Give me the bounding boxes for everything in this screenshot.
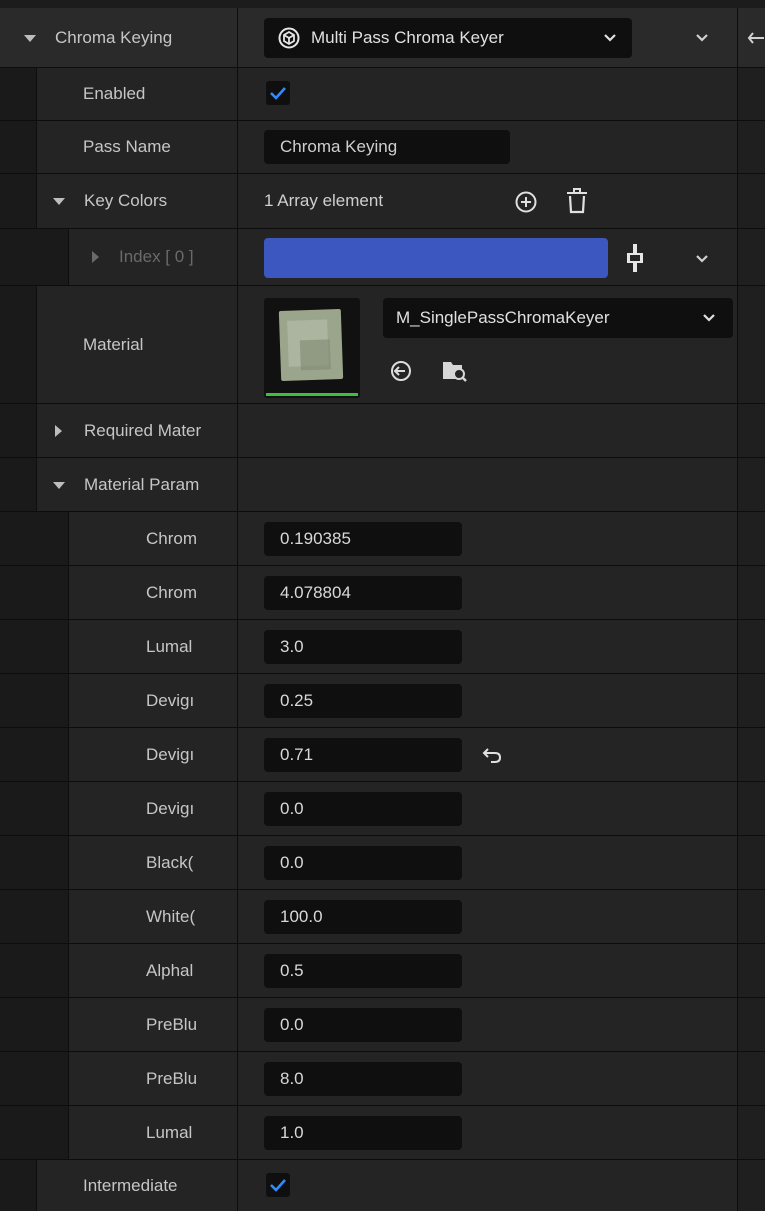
param-value: 0.71 xyxy=(280,745,314,764)
expand-required-materials-icon[interactable] xyxy=(55,424,62,437)
param-value-input[interactable]: 0.190385 xyxy=(264,522,462,556)
material-params-row: Material Param xyxy=(0,458,765,512)
param-row: Chrom 4.078804 xyxy=(0,566,765,620)
enabled-row: Enabled xyxy=(0,68,765,121)
param-label: Lumal xyxy=(146,636,193,656)
param-value-input[interactable]: 4.078804 xyxy=(264,576,462,610)
param-row: Alphal 0.5 xyxy=(0,944,765,998)
param-label: Devigı xyxy=(146,798,195,818)
param-label: Black( xyxy=(146,852,194,872)
param-row: PreBlu 8.0 xyxy=(0,1052,765,1106)
param-value: 0.0 xyxy=(280,799,304,818)
param-row: Chrom 0.190385 xyxy=(0,512,765,566)
param-label: Alphal xyxy=(146,960,194,980)
param-value-input[interactable]: 0.25 xyxy=(264,684,462,718)
collapse-arrow-icon[interactable] xyxy=(24,34,36,42)
pass-header-row: Chroma Keying Multi Pass Chroma Keyer xyxy=(0,8,765,68)
param-label: Devigı xyxy=(146,744,195,764)
collapse-material-params-icon[interactable] xyxy=(53,481,65,489)
param-value: 0.5 xyxy=(280,961,304,980)
reset-arrow-icon[interactable] xyxy=(746,30,764,46)
param-label: Chrom xyxy=(146,528,198,548)
color-picker-icon[interactable] xyxy=(626,244,644,272)
param-value: 4.078804 xyxy=(280,583,351,602)
param-value: 0.190385 xyxy=(280,529,351,548)
key-colors-row: Key Colors 1 Array element xyxy=(0,174,765,229)
param-row: Lumal 3.0 xyxy=(0,620,765,674)
param-value-input[interactable]: 100.0 xyxy=(264,900,462,934)
pass-name-label: Pass Name xyxy=(83,137,171,156)
param-row: PreBlu 0.0 xyxy=(0,998,765,1052)
chevron-down-icon xyxy=(604,34,616,42)
param-value-input[interactable]: 3.0 xyxy=(264,630,462,664)
required-materials-row: Required Mater xyxy=(0,404,765,458)
index-label: Index [ 0 ] xyxy=(119,247,194,266)
param-row: Devigı 0.25 xyxy=(0,674,765,728)
param-row: Lumal 1.0 xyxy=(0,1106,765,1160)
material-label: Material xyxy=(83,334,144,354)
param-value-input[interactable]: 0.71 xyxy=(264,738,462,772)
param-row: Devigı 0.0 xyxy=(0,782,765,836)
key-colors-label: Key Colors xyxy=(84,191,168,210)
pass-name-input[interactable]: Chroma Keying xyxy=(264,130,510,164)
options-chevron-down-icon[interactable] xyxy=(694,31,710,45)
param-label: PreBlu xyxy=(146,1068,198,1088)
param-value-input[interactable]: 0.0 xyxy=(264,846,462,880)
param-value: 3.0 xyxy=(280,637,304,656)
checkmark-icon xyxy=(270,1179,286,1192)
param-value: 0.25 xyxy=(280,691,314,710)
param-row: Devigı 0.71 xyxy=(0,728,765,782)
delete-trash-icon[interactable] xyxy=(566,188,588,214)
key-color-swatch[interactable] xyxy=(264,238,608,278)
param-value: 0.0 xyxy=(280,1015,304,1034)
material-thumbnail[interactable] xyxy=(264,298,360,398)
intermediate-row: Intermediate xyxy=(0,1160,765,1211)
param-label: White( xyxy=(146,906,196,926)
param-value-input[interactable]: 0.0 xyxy=(264,792,462,826)
chevron-down-icon xyxy=(703,314,715,322)
add-element-icon[interactable] xyxy=(514,190,538,214)
array-summary: 1 Array element xyxy=(264,191,384,210)
param-value: 8.0 xyxy=(280,1069,304,1088)
asset-type-bar xyxy=(266,393,358,396)
param-label: Devigı xyxy=(146,690,195,710)
intermediate-checkbox[interactable] xyxy=(266,1173,290,1197)
intermediate-label: Intermediate xyxy=(83,1175,178,1195)
pass-header-label: Chroma Keying xyxy=(55,27,173,47)
required-materials-label: Required Mater xyxy=(84,420,202,440)
param-value-input[interactable]: 0.0 xyxy=(264,1008,462,1042)
material-row: Material M_SinglePassChromaKeyer xyxy=(0,286,765,404)
param-label: PreBlu xyxy=(146,1014,198,1034)
param-row: White( 100.0 xyxy=(0,890,765,944)
pass-type-dropdown[interactable]: Multi Pass Chroma Keyer xyxy=(264,18,632,58)
texture-preview-image xyxy=(278,308,344,382)
checkmark-icon xyxy=(270,87,286,100)
param-value-input[interactable]: 1.0 xyxy=(264,1116,462,1150)
param-value-input[interactable]: 0.5 xyxy=(264,954,462,988)
reset-to-default-icon[interactable] xyxy=(482,747,502,763)
pass-name-row: Pass Name Chroma Keying xyxy=(0,121,765,174)
pass-name-value: Chroma Keying xyxy=(280,137,398,156)
param-value-input[interactable]: 8.0 xyxy=(264,1062,462,1096)
browse-asset-icon[interactable] xyxy=(442,359,468,383)
param-row: Black( 0.0 xyxy=(0,836,765,890)
material-params-label: Material Param xyxy=(84,474,200,494)
index-options-chevron-icon[interactable] xyxy=(694,252,710,266)
param-value: 100.0 xyxy=(280,907,323,926)
details-panel: Chroma Keying Multi Pass Chroma Keyer En… xyxy=(0,0,765,1211)
class-icon xyxy=(278,27,300,49)
expand-index-icon[interactable] xyxy=(92,251,99,263)
use-selected-asset-icon[interactable] xyxy=(390,360,412,382)
param-label: Chrom xyxy=(146,582,198,602)
param-value: 0.0 xyxy=(280,853,304,872)
param-value: 1.0 xyxy=(280,1123,304,1142)
key-color-index-row: Index [ 0 ] xyxy=(0,229,765,286)
enabled-checkbox[interactable] xyxy=(266,81,290,105)
enabled-label: Enabled xyxy=(83,84,146,103)
key-colors-collapse-icon[interactable] xyxy=(53,198,65,205)
material-asset-name: M_SinglePassChromaKeyer xyxy=(396,308,610,327)
material-asset-dropdown[interactable]: M_SinglePassChromaKeyer xyxy=(383,298,733,338)
param-label: Lumal xyxy=(146,1122,193,1142)
pass-type-label: Multi Pass Chroma Keyer xyxy=(311,28,504,47)
